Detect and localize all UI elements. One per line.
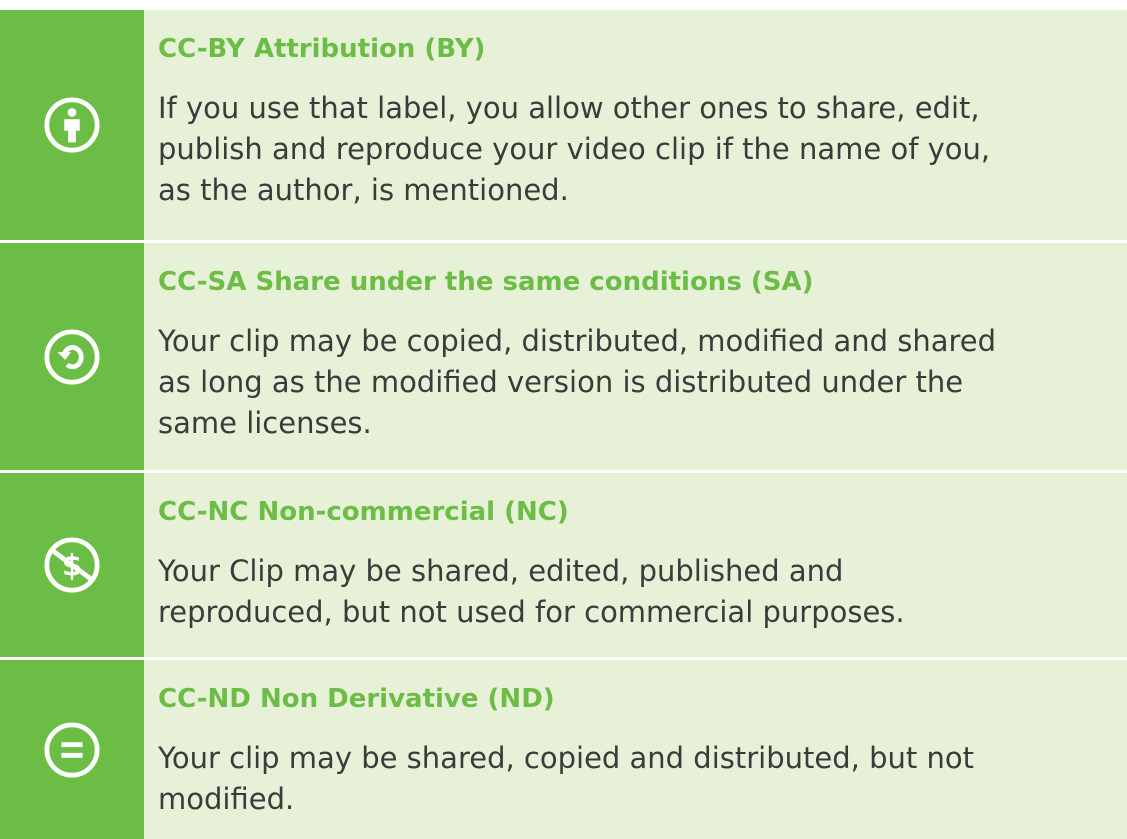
license-title: CC-ND Non Derivative (ND) (158, 684, 555, 714)
description-line: Your clip may be copied, distributed, mo… (158, 324, 997, 358)
license-title: CC-BY Attribution (BY) (158, 34, 486, 64)
license-title: CC-SA Share under the same conditions (S… (158, 267, 814, 297)
icon-cell (0, 243, 144, 470)
no-derivatives-icon (44, 721, 100, 778)
license-row-nc: $ CC-NC Non-commercial (NC) Your Clip ma… (0, 473, 1127, 657)
description-line: Your Clip may be shared, edited, publish… (158, 554, 844, 588)
license-row-nd: CC-ND Non Derivative (ND) Your clip may … (0, 660, 1127, 839)
description-line: same licenses. (158, 406, 372, 440)
license-description: If you use that label, you allow other o… (158, 66, 1127, 211)
description-line: as the author, is mentioned. (158, 173, 569, 207)
description-line: If you use that label, you allow other o… (158, 91, 980, 125)
license-description: Your clip may be copied, distributed, mo… (158, 299, 1127, 444)
description-line: Your clip may be shared, copied and dist… (158, 741, 974, 775)
icon-cell (0, 660, 144, 839)
license-text: CC-NC Non-commercial (NC) Your Clip may … (144, 473, 1127, 657)
license-text: CC-SA Share under the same conditions (S… (144, 243, 1127, 470)
license-title: CC-NC Non-commercial (NC) (158, 497, 569, 527)
share-alike-icon (44, 328, 100, 385)
svg-text:$: $ (62, 549, 82, 583)
license-row-by: CC-BY Attribution (BY) If you use that l… (0, 10, 1127, 240)
license-description: Your Clip may be shared, edited, publish… (158, 529, 1127, 633)
license-description: Your clip may be shared, copied and dist… (158, 716, 1127, 820)
license-text: CC-ND Non Derivative (ND) Your clip may … (144, 660, 1127, 839)
description-line: reproduced, but not used for commercial … (158, 595, 905, 629)
description-line: publish and reproduce your video clip if… (158, 132, 991, 166)
description-line: modified. (158, 782, 295, 816)
license-row-sa: CC-SA Share under the same conditions (S… (0, 243, 1127, 470)
person-icon (44, 97, 100, 153)
license-panel: CC-BY Attribution (BY) If you use that l… (0, 10, 1127, 839)
icon-cell (0, 10, 144, 240)
icon-cell: $ (0, 473, 144, 657)
description-line: as long as the modified version is distr… (158, 365, 964, 399)
non-commercial-icon: $ (44, 537, 100, 593)
license-text: CC-BY Attribution (BY) If you use that l… (144, 10, 1127, 240)
